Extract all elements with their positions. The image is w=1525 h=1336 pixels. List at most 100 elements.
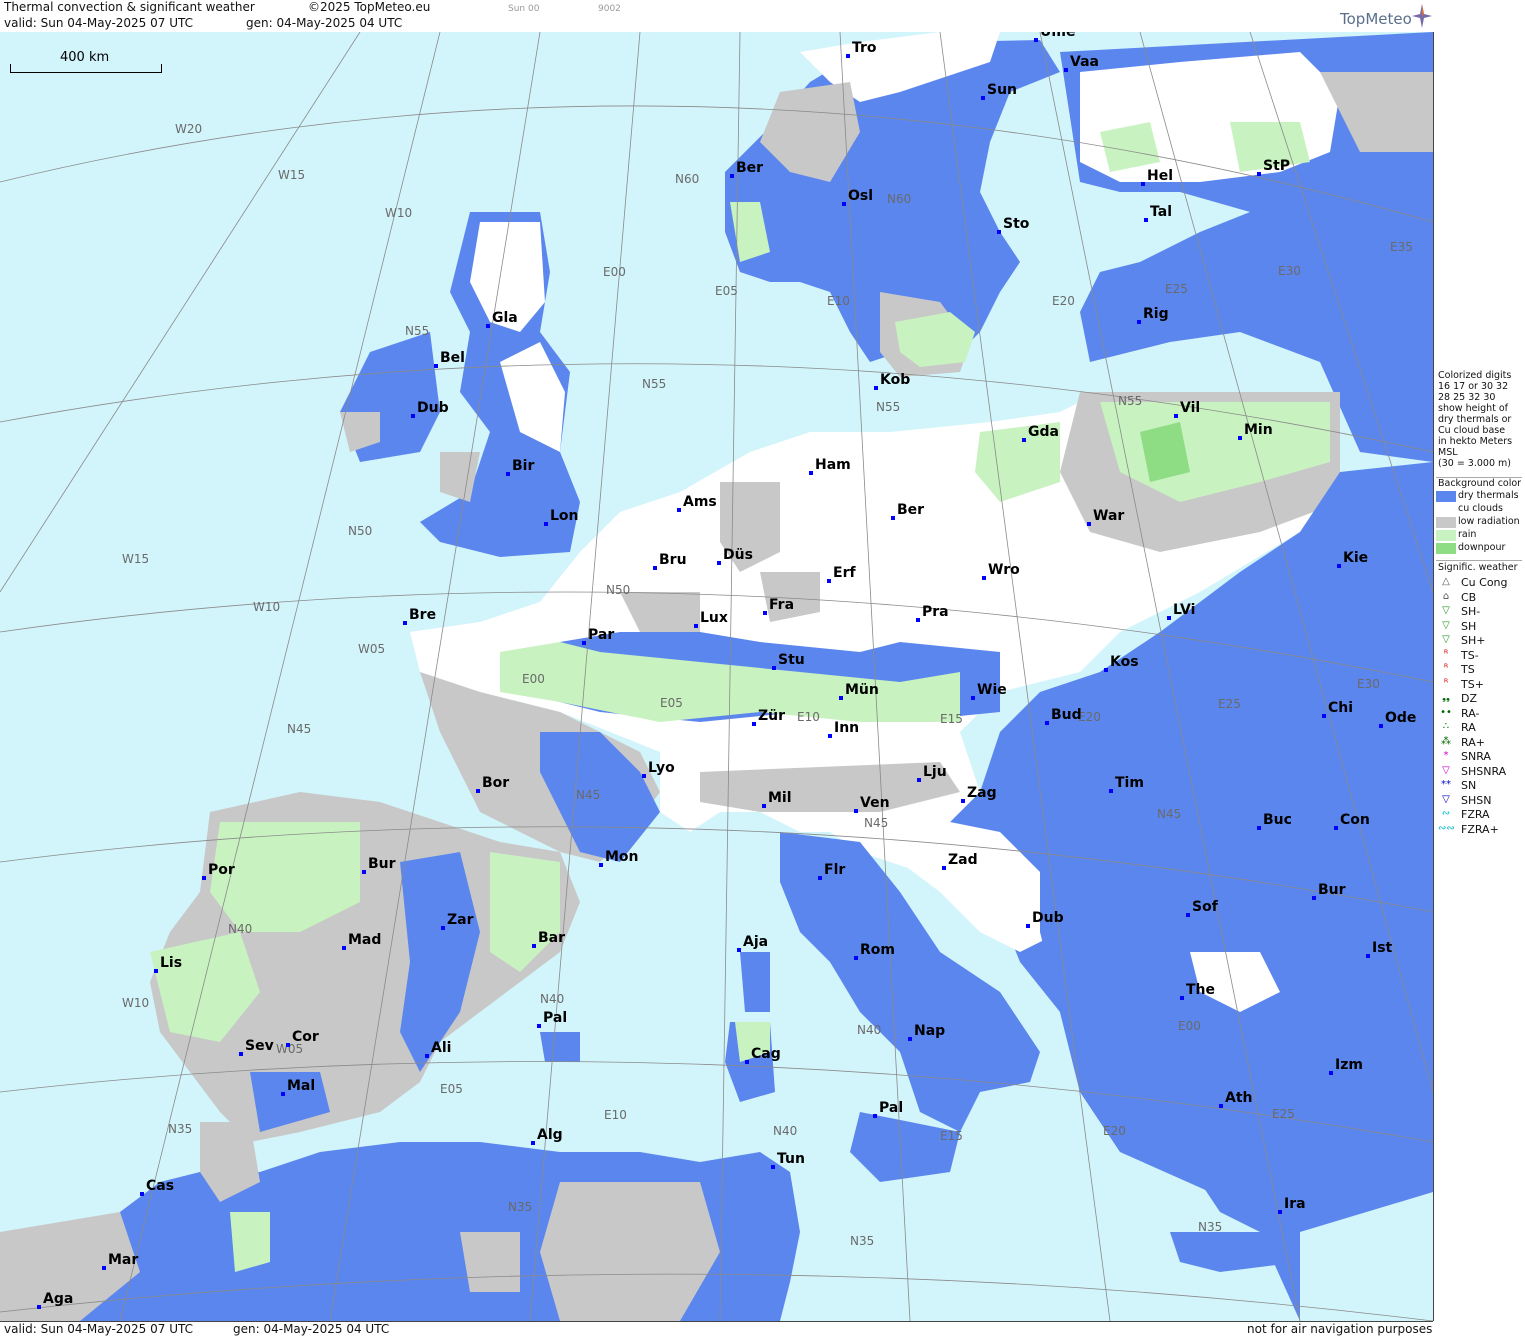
city-label-kie: Kie [1343, 550, 1369, 566]
city-label-bur: Bur [1318, 882, 1346, 898]
legend-wx-item: ᴿ TS [1436, 663, 1524, 676]
city-label-stu: Stu [778, 652, 805, 668]
city-marker [762, 804, 766, 808]
city-label-cor: Cor [292, 1029, 319, 1045]
legend-wx-label: SH+ [1461, 634, 1486, 647]
city-marker [828, 734, 832, 738]
legend-wx-label: RA [1461, 721, 1476, 734]
grid-label: E10 [604, 1108, 627, 1122]
grid-label: N60 [675, 172, 700, 186]
city-label-sev: Sev [245, 1038, 274, 1054]
city-label-bar: Bar [538, 930, 566, 946]
city-label-por: Por [208, 862, 235, 878]
color-swatch [1436, 491, 1456, 502]
city-label-inn: Inn [834, 720, 860, 736]
city-marker [441, 926, 445, 930]
grid-label: E10 [827, 294, 850, 308]
legend-separator [1436, 560, 1522, 561]
city-marker [752, 722, 756, 726]
city-marker [531, 1141, 535, 1145]
city-label-kob: Kob [880, 372, 911, 388]
city-marker [772, 666, 776, 670]
legend-intro-line: 16 17 or 30 32 [1438, 381, 1509, 392]
legend-intro-line: 28 25 32 30 [1438, 392, 1496, 403]
grid-label: N35 [508, 1200, 533, 1214]
city-label-pal: Pal [543, 1010, 568, 1026]
compass-icon [1412, 4, 1432, 28]
city-label-bor: Bor [482, 775, 510, 791]
city-label-aja: Aja [743, 934, 769, 950]
city-marker [286, 1043, 290, 1047]
legend-wx-label: FZRA+ [1461, 822, 1499, 836]
city-marker [982, 576, 986, 580]
grid-label: E25 [1165, 282, 1188, 296]
legend-wx-item: ᴿ TS+ [1436, 678, 1524, 691]
city-marker [942, 866, 946, 870]
city-label-buc: Buc [1263, 812, 1292, 828]
city-label-nap: Nap [914, 1023, 946, 1039]
legend-wx-item: •• RA- [1436, 707, 1524, 720]
city-marker [37, 1305, 41, 1309]
legend-bg-item: downpour [1436, 542, 1524, 555]
city-marker [1278, 1210, 1282, 1214]
grid-label: E15 [940, 712, 963, 726]
city-label-bur: Bur [368, 856, 396, 872]
city-marker [653, 566, 657, 570]
city-marker [537, 1024, 541, 1028]
weather-map[interactable]: 400 km W20 W15 W10 N60 E00 E05 E10 N60 E20 E30 E35… [0, 32, 1434, 1321]
grid-label: E20 [1103, 1124, 1126, 1138]
city-marker [1238, 436, 1242, 440]
grid-label: E30 [1357, 677, 1380, 691]
legend-wx-label: SH [1461, 619, 1477, 633]
weather-symbol-icon: ▽ [1442, 634, 1450, 645]
grid-label: N40 [540, 992, 565, 1006]
city-label-ume: Ume [1040, 32, 1076, 40]
legend-wx-title: Signific. weather [1438, 562, 1518, 573]
grid-label: N45 [287, 722, 312, 736]
weather-symbol-icon: ▽ [1442, 764, 1450, 776]
legend-bg-label: dry thermals [1458, 490, 1519, 501]
city-label-mün: Mün [845, 682, 879, 698]
city-marker [827, 579, 831, 583]
city-marker [1366, 954, 1370, 958]
city-label-vil: Vil [1180, 400, 1201, 416]
grid-label: E25 [1218, 697, 1241, 711]
city-label-bru: Bru [659, 552, 687, 568]
grid-label: E00 [1178, 1019, 1201, 1033]
city-marker [411, 414, 415, 418]
city-label-rig: Rig [1143, 306, 1169, 322]
grid-label: E15 [940, 1129, 963, 1143]
grid-label: N35 [1198, 1220, 1223, 1234]
city-marker [854, 956, 858, 960]
city-marker [281, 1092, 285, 1096]
legend-intro-line: dry thermals or [1438, 414, 1512, 425]
city-marker [1379, 724, 1383, 728]
legend-bg-item: cu clouds [1436, 503, 1524, 516]
city-label-stp: StP [1263, 158, 1291, 174]
city-label-bre: Bre [409, 607, 437, 623]
legend-wx-item: ∴ RA [1436, 721, 1524, 734]
legend-wx-item: * SNRA [1436, 750, 1524, 763]
city-label-erf: Erf [833, 565, 856, 581]
city-label-min: Min [1244, 422, 1273, 438]
grid-label: N55 [642, 377, 667, 391]
code-label: 9002 [598, 4, 621, 14]
city-marker [1334, 826, 1338, 830]
grid-label: N55 [1118, 394, 1143, 408]
city-label-osl: Osl [848, 188, 874, 204]
city-label-ali: Ali [431, 1040, 452, 1056]
city-marker [1167, 616, 1171, 620]
city-label-sto: Sto [1003, 216, 1030, 232]
city-marker [842, 202, 846, 206]
city-label-zür: Zür [758, 708, 786, 724]
legend-wx-item: ᴿ TS- [1436, 649, 1524, 662]
city-marker [1137, 320, 1141, 324]
color-swatch [1436, 504, 1456, 515]
city-label-tal: Tal [1150, 204, 1172, 220]
grid-label: E25 [1272, 1107, 1295, 1121]
weather-symbol-icon: ❟❟ [1442, 692, 1450, 703]
city-label-ath: Ath [1225, 1090, 1253, 1106]
weather-symbol-icon: △ [1442, 576, 1450, 587]
city-marker [908, 1037, 912, 1041]
city-marker [971, 696, 975, 700]
